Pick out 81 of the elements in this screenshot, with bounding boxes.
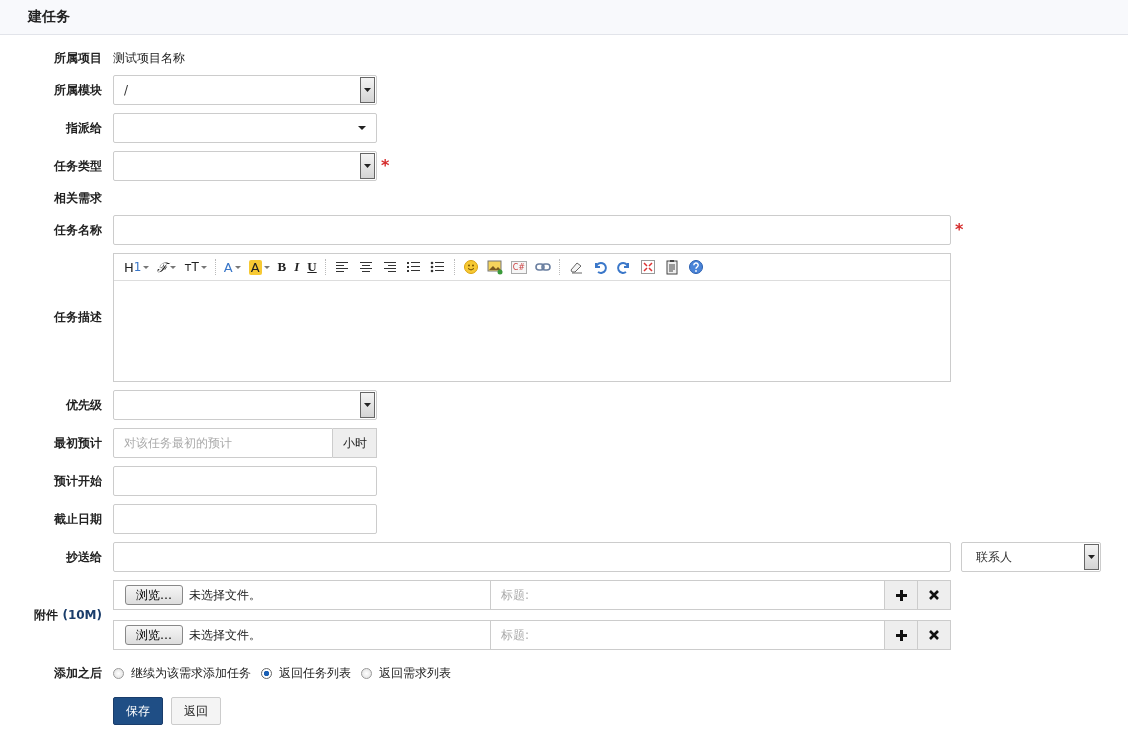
remove-button[interactable] bbox=[918, 580, 951, 610]
field-label: 截止日期 bbox=[53, 510, 103, 528]
align-center-icon bbox=[357, 259, 374, 275]
field-value: 测试项目名称 bbox=[113, 49, 185, 67]
toolbar-button[interactable]: ᴛT bbox=[180, 257, 211, 277]
radio-option[interactable]: 继续为该需求添加任务 bbox=[113, 664, 251, 682]
smiley-icon bbox=[462, 259, 479, 275]
field-label: 优先级 bbox=[64, 396, 103, 414]
align-right-icon bbox=[381, 259, 398, 275]
caret-icon bbox=[364, 88, 371, 92]
field-label: 最初预计 bbox=[53, 434, 103, 452]
clipboard-icon bbox=[664, 259, 680, 275]
toolbar-button[interactable]: B bbox=[273, 257, 291, 277]
toolbar-button[interactable]: A bbox=[244, 257, 274, 277]
remove-button[interactable] bbox=[918, 620, 951, 650]
help-icon bbox=[688, 259, 704, 275]
add-button[interactable] bbox=[885, 620, 918, 650]
file-status: 未选择文件。 bbox=[189, 586, 261, 604]
rich-text-editor[interactable]: H1 ℱ ᴛT A A B I U C# bbox=[113, 253, 951, 382]
dropdown-button[interactable] bbox=[360, 153, 375, 179]
back-button[interactable]: 返回 bbox=[171, 697, 221, 725]
toolbar-button[interactable]: H1 bbox=[120, 257, 154, 277]
dropdown-button[interactable] bbox=[360, 77, 375, 103]
bullet-list-icon bbox=[429, 259, 446, 275]
select-field[interactable]: / bbox=[113, 75, 377, 105]
browse-button[interactable]: 浏览… bbox=[125, 625, 183, 645]
field-label: 相关需求 bbox=[53, 189, 103, 207]
field-label: 抄送给 bbox=[65, 548, 103, 566]
dropdown-button[interactable] bbox=[360, 392, 375, 418]
caret-icon bbox=[364, 164, 371, 168]
caret-icon bbox=[364, 403, 371, 407]
toolbar-button[interactable]: ℱ bbox=[153, 257, 181, 277]
page-title: 建任务 bbox=[28, 8, 70, 26]
dropdown-button[interactable] bbox=[1084, 544, 1099, 570]
toolbar-button[interactable]: I bbox=[290, 257, 304, 277]
input-field[interactable]: 对该任务最初的预计 bbox=[113, 428, 333, 458]
numbered-list-icon bbox=[405, 259, 422, 275]
unit-label: 小时 bbox=[333, 428, 377, 458]
input-field[interactable] bbox=[113, 542, 951, 572]
file-status: 未选择文件。 bbox=[189, 626, 261, 644]
radio-option[interactable]: 返回需求列表 bbox=[361, 664, 451, 682]
align-left-icon bbox=[333, 259, 350, 275]
input-field[interactable] bbox=[113, 215, 951, 245]
select-field[interactable] bbox=[113, 151, 377, 181]
file-field[interactable]: 浏览… 未选择文件。 bbox=[113, 580, 491, 610]
redo-icon bbox=[616, 259, 632, 275]
field-label: 添加之后 bbox=[53, 664, 103, 682]
field-label: 任务描述 bbox=[53, 309, 103, 326]
save-button[interactable]: 保存 bbox=[113, 697, 163, 725]
select-field[interactable] bbox=[113, 113, 377, 143]
undo-icon bbox=[592, 259, 608, 275]
toolbar-button[interactable]: U bbox=[303, 257, 321, 277]
file-field[interactable]: 浏览… 未选择文件。 bbox=[113, 620, 491, 650]
plus-icon bbox=[895, 589, 907, 601]
field-label: 指派给 bbox=[65, 119, 103, 137]
close-icon bbox=[929, 630, 939, 640]
required-mark: * bbox=[381, 158, 390, 174]
title-input[interactable]: 标题: bbox=[491, 580, 885, 610]
close-icon bbox=[929, 590, 939, 600]
field-label: 任务类型 bbox=[53, 157, 103, 175]
select-field[interactable]: 联系人 bbox=[961, 542, 1101, 572]
caret-icon bbox=[358, 126, 366, 130]
title-input[interactable]: 标题: bbox=[491, 620, 885, 650]
field-label: 附件 (10M) bbox=[33, 606, 103, 624]
browse-button[interactable]: 浏览… bbox=[125, 585, 183, 605]
fullscreen-icon bbox=[640, 259, 656, 275]
plus-icon bbox=[895, 629, 907, 641]
field-label: 任务名称 bbox=[53, 221, 103, 239]
required-mark: * bbox=[955, 222, 964, 238]
caret-icon bbox=[1088, 555, 1095, 559]
field-label: 所属模块 bbox=[53, 81, 103, 99]
select-field[interactable] bbox=[113, 390, 377, 420]
radio-option[interactable]: 返回任务列表 bbox=[261, 664, 351, 682]
toolbar-button[interactable]: C# bbox=[506, 257, 531, 277]
field-label: 预计开始 bbox=[53, 472, 103, 490]
input-field[interactable] bbox=[113, 504, 377, 534]
field-label: 所属项目 bbox=[53, 49, 103, 67]
toolbar-button[interactable]: A bbox=[219, 257, 245, 277]
image-icon bbox=[486, 259, 503, 275]
add-button[interactable] bbox=[885, 580, 918, 610]
input-field[interactable] bbox=[113, 466, 377, 496]
